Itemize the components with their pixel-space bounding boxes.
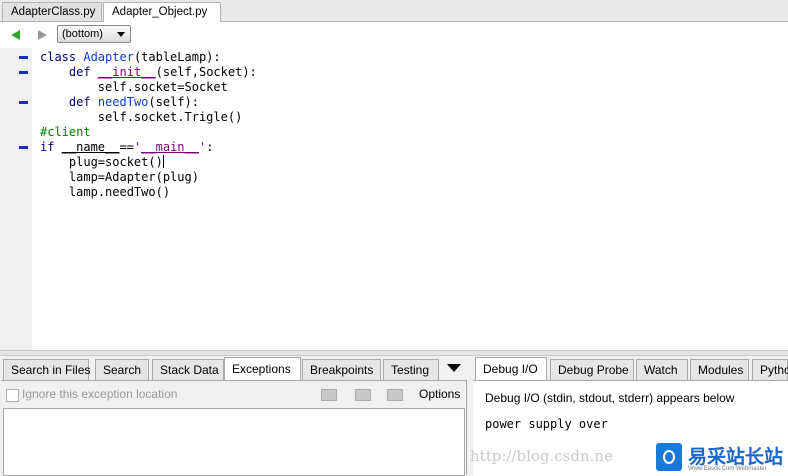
debug-io-message: Debug I/O (stdin, stdout, stderr) appear… xyxy=(485,391,735,405)
code-line: self.socket.Trigle() xyxy=(40,110,243,124)
tab-label: Search xyxy=(103,363,142,377)
pane-divider xyxy=(466,380,467,475)
exceptions-pane: Ignore this exception location Options xyxy=(1,380,467,476)
code-line: self.socket=Socket xyxy=(40,80,228,94)
text-cursor xyxy=(162,155,164,168)
tab-label: Pytho xyxy=(760,363,788,377)
debug-io-output: power supply over xyxy=(485,417,608,431)
tab-label: Exceptions xyxy=(232,362,291,376)
tab-debug-probe[interactable]: Debug Probe xyxy=(550,359,634,380)
site-logo: 易采站长站 Www.Easck.Com Webmaster xyxy=(652,440,788,475)
tab-stack-data[interactable]: Stack Data xyxy=(152,359,224,380)
tab-label: Modules xyxy=(698,363,744,377)
tab-breakpoints[interactable]: Breakpoints xyxy=(302,359,381,380)
logo-icon xyxy=(656,443,682,471)
tab-adapter-object[interactable]: Adapter_Object.py xyxy=(103,2,221,22)
tab-label: AdapterClass.py xyxy=(11,6,96,18)
ignore-exception-checkbox[interactable] xyxy=(6,389,19,402)
tab-modules[interactable]: Modules xyxy=(690,359,749,380)
logo-subtext: Www.Easck.Com Webmaster xyxy=(688,466,767,472)
tab-label: Search in Files xyxy=(11,363,91,377)
tab-label: Adapter_Object.py xyxy=(112,6,208,18)
code-line: #client xyxy=(40,125,91,139)
editor-tab-bar: AdapterClass.py Adapter_Object.py xyxy=(0,0,788,22)
fold-marker-icon[interactable] xyxy=(19,71,28,74)
scope-value: (bottom) xyxy=(62,28,103,40)
code-line: lamp.needTwo() xyxy=(40,185,171,199)
toolbar-icon[interactable] xyxy=(387,389,403,401)
tab-watch[interactable]: Watch xyxy=(636,359,688,380)
code-text: class Adapter(tableLamp): def __init__(s… xyxy=(40,50,257,200)
code-line: class Adapter(tableLamp): xyxy=(40,50,221,64)
exception-details-area[interactable] xyxy=(3,408,465,476)
watermark-url: http://blog.csdn.ne xyxy=(470,447,613,465)
options-menu[interactable]: Options xyxy=(419,387,460,401)
code-line: lamp=Adapter(plug) xyxy=(40,170,199,184)
tab-overflow-chevron-icon[interactable] xyxy=(447,364,461,372)
code-line: def __init__(self,Socket): xyxy=(68,65,257,79)
tab-label: Debug I/O xyxy=(483,362,538,376)
tab-search[interactable]: Search xyxy=(95,359,149,380)
scope-dropdown[interactable]: (bottom) xyxy=(57,25,131,43)
code-line: if __name__=='__main__': xyxy=(40,140,214,154)
code-editor[interactable]: class Adapter(tableLamp): def __init__(s… xyxy=(0,48,788,350)
tab-exceptions[interactable]: Exceptions xyxy=(224,357,301,381)
back-arrow-icon[interactable] xyxy=(11,30,20,40)
tab-label: Watch xyxy=(644,363,678,377)
tab-adapterclass[interactable]: AdapterClass.py xyxy=(2,2,102,21)
code-line: plug=socket() xyxy=(40,155,164,169)
logo-text: 易采站长站 xyxy=(688,447,784,468)
navigation-bar: (bottom) xyxy=(0,22,788,48)
code-line: def needTwo(self): xyxy=(68,95,199,109)
tab-search-in-files[interactable]: Search in Files xyxy=(3,359,91,380)
editor-gutter xyxy=(0,48,32,350)
tab-label: Testing xyxy=(391,363,430,377)
tab-label: Debug Probe xyxy=(558,363,629,377)
tab-label: Breakpoints xyxy=(310,363,374,377)
fold-marker-icon[interactable] xyxy=(19,146,28,149)
ignore-exception-label: Ignore this exception location xyxy=(22,387,178,401)
tab-label: Stack Data xyxy=(160,363,219,377)
tab-debug-io[interactable]: Debug I/O xyxy=(475,357,547,381)
tab-python-shell[interactable]: Pytho xyxy=(752,359,788,380)
forward-arrow-icon[interactable] xyxy=(38,30,47,40)
toolbar-icon[interactable] xyxy=(355,389,371,401)
fold-marker-icon[interactable] xyxy=(19,101,28,104)
tab-testing[interactable]: Testing xyxy=(383,359,439,380)
pane-splitter[interactable] xyxy=(0,350,788,356)
fold-marker-icon[interactable] xyxy=(19,56,28,59)
toolbar-icon[interactable] xyxy=(321,389,337,401)
chevron-down-icon xyxy=(117,32,125,37)
